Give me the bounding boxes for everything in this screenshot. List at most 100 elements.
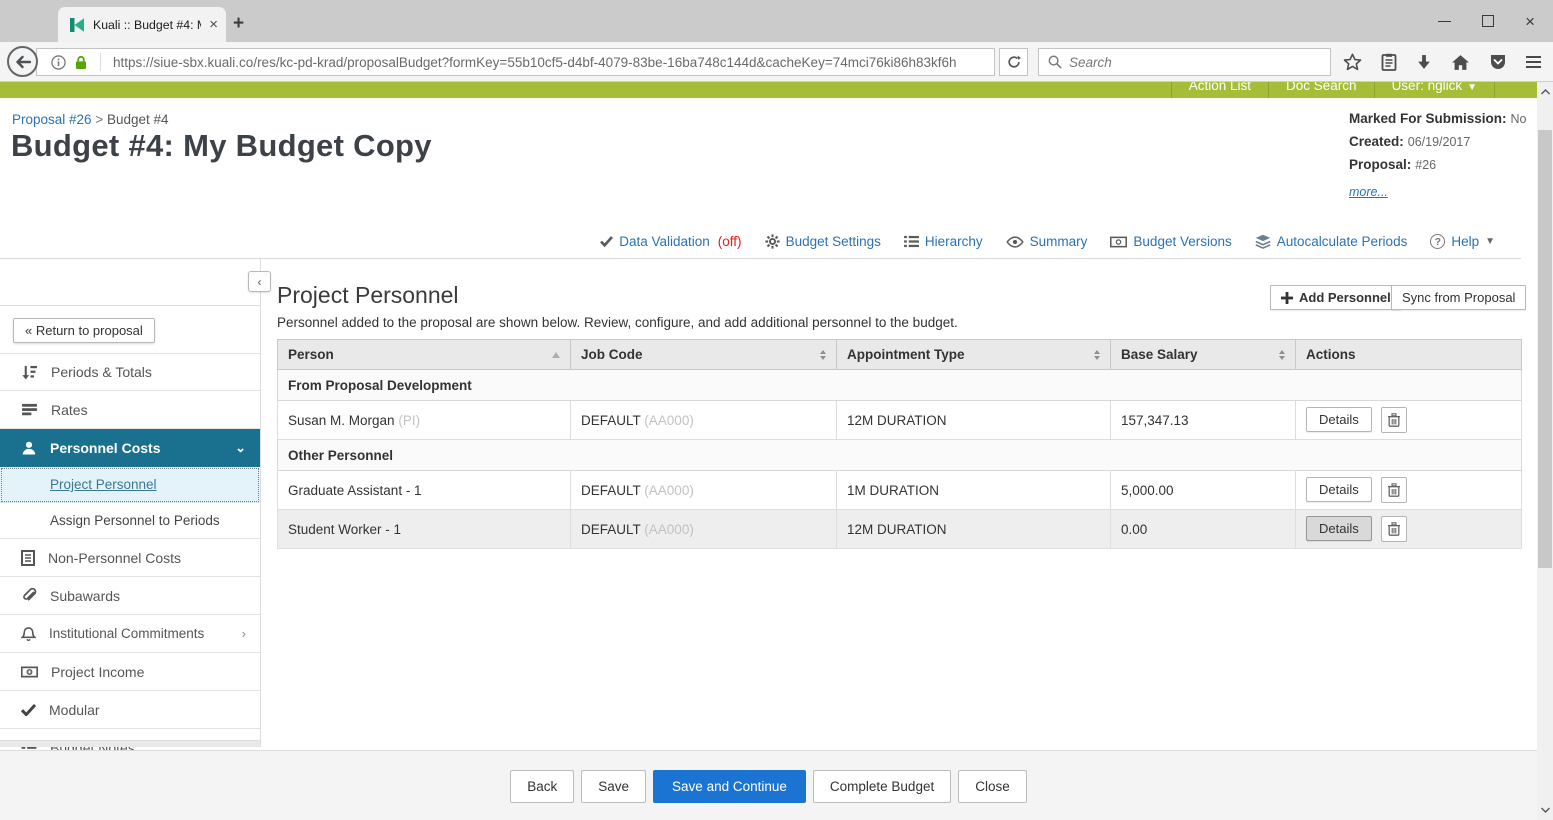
bookmark-star-icon[interactable] bbox=[1343, 53, 1362, 71]
cell-actions: Details bbox=[1295, 509, 1522, 549]
budget-settings-button[interactable]: Budget Settings bbox=[764, 234, 881, 249]
trash-icon bbox=[1387, 483, 1400, 498]
action-list-link[interactable]: Action List bbox=[1170, 82, 1270, 98]
budget-versions-button[interactable]: Budget Versions bbox=[1110, 234, 1232, 249]
new-tab-button[interactable]: + bbox=[233, 13, 244, 35]
help-menu-button[interactable]: ? Help ▼ bbox=[1430, 234, 1495, 249]
table-row: Graduate Assistant - 1 DEFAULT (AA000) 1… bbox=[277, 470, 1522, 510]
tab-close-icon[interactable]: × bbox=[209, 17, 218, 32]
cell-job-code: DEFAULT (AA000) bbox=[570, 400, 837, 440]
sidebar-collapse-button[interactable]: ‹ bbox=[248, 271, 271, 292]
url-bar[interactable]: https://siue-sbx.kuali.co/res/kc-pd-krad… bbox=[36, 48, 995, 76]
home-icon[interactable] bbox=[1451, 54, 1470, 71]
col-header-actions: Actions bbox=[1295, 339, 1522, 370]
browser-titlebar: Kuali :: Budget #4: My Budge × + × bbox=[0, 0, 1553, 42]
bookmarks-clipboard-icon[interactable] bbox=[1381, 53, 1397, 71]
cell-job-code: DEFAULT (AA000) bbox=[570, 509, 837, 549]
add-personnel-button[interactable]: Add Personnel bbox=[1270, 285, 1402, 310]
hierarchy-list-icon bbox=[903, 235, 919, 248]
downloads-icon[interactable] bbox=[1416, 54, 1432, 71]
table-header-row: Person Job Code Appointment Type Base Sa… bbox=[277, 339, 1522, 370]
check-icon bbox=[600, 236, 614, 247]
sidebar-item-project-income[interactable]: 0 Project Income bbox=[0, 653, 260, 691]
sync-from-proposal-button[interactable]: Sync from Proposal bbox=[1391, 285, 1527, 310]
back-button[interactable] bbox=[7, 46, 38, 77]
rates-table-icon bbox=[22, 403, 37, 416]
cell-person: Graduate Assistant - 1 bbox=[277, 470, 571, 510]
app-header-bar: Action List Doc Search User: nglick ▼ bbox=[0, 82, 1537, 98]
budget-sidebar: ‹ « Return to proposal Periods & Totals … bbox=[0, 259, 271, 767]
money-icon: 0 bbox=[21, 666, 38, 677]
user-menu[interactable]: User: nglick ▼ bbox=[1375, 82, 1495, 98]
sidebar-item-institutional-commitments[interactable]: Institutional Commitments › bbox=[0, 615, 260, 653]
details-button[interactable]: Details bbox=[1306, 476, 1372, 502]
breadcrumb-separator: > bbox=[95, 112, 104, 127]
browser-tab[interactable]: Kuali :: Budget #4: My Budge × bbox=[58, 7, 226, 42]
back-page-button[interactable]: Back bbox=[510, 770, 575, 803]
delete-button[interactable] bbox=[1380, 477, 1407, 504]
page-scrollbar[interactable] bbox=[1537, 82, 1553, 820]
col-header-appointment-type[interactable]: Appointment Type bbox=[836, 339, 1111, 370]
complete-budget-button[interactable]: Complete Budget bbox=[812, 770, 952, 803]
window-maximize-icon[interactable] bbox=[1482, 15, 1495, 27]
url-text[interactable]: https://siue-sbx.kuali.co/res/kc-pd-krad… bbox=[113, 55, 957, 70]
sidebar-item-project-personnel[interactable]: Project Personnel bbox=[0, 467, 260, 503]
breadcrumb-current: Budget #4 bbox=[106, 112, 169, 127]
svg-text:0: 0 bbox=[28, 669, 31, 675]
meta-created: Created: 06/19/2017 bbox=[1349, 134, 1471, 149]
cell-actions: Details bbox=[1295, 470, 1522, 510]
scroll-down-icon[interactable] bbox=[1537, 802, 1553, 818]
details-button[interactable]: Details bbox=[1306, 406, 1372, 432]
table-row: Susan M. Morgan (PI) DEFAULT (AA000) 12M… bbox=[277, 400, 1522, 440]
search-icon bbox=[1048, 55, 1062, 69]
page-info-icon[interactable] bbox=[51, 54, 66, 70]
save-and-continue-button[interactable]: Save and Continue bbox=[653, 770, 806, 803]
sidebar-item-modular[interactable]: Modular bbox=[0, 691, 260, 729]
window-controls: × bbox=[1438, 0, 1539, 42]
details-button[interactable]: Details bbox=[1306, 515, 1372, 541]
sidebar-item-rates[interactable]: Rates bbox=[0, 391, 260, 429]
hierarchy-button[interactable]: Hierarchy bbox=[903, 234, 983, 249]
col-header-base-salary[interactable]: Base Salary bbox=[1110, 339, 1296, 370]
sidebar-item-personnel-costs[interactable]: Personnel Costs ⌄ bbox=[0, 429, 260, 467]
search-bar[interactable]: Search bbox=[1038, 48, 1331, 76]
meta-proposal: Proposal: #26 bbox=[1349, 157, 1437, 172]
delete-button[interactable] bbox=[1380, 407, 1407, 434]
eye-icon bbox=[1005, 235, 1024, 248]
col-header-person[interactable]: Person bbox=[277, 339, 571, 370]
user-caret-icon: ▼ bbox=[1467, 82, 1477, 93]
reload-button[interactable] bbox=[999, 48, 1028, 76]
breadcrumb-proposal-link[interactable]: Proposal #26 bbox=[12, 112, 92, 127]
help-caret-icon: ▼ bbox=[1485, 236, 1495, 247]
window-minimize-icon[interactable] bbox=[1438, 20, 1452, 22]
sidebar-item-non-personnel-costs[interactable]: Non-Personnel Costs bbox=[0, 539, 260, 577]
save-button[interactable]: Save bbox=[581, 770, 647, 803]
group-row: Other Personnel bbox=[277, 439, 1522, 471]
delete-button[interactable] bbox=[1380, 516, 1407, 543]
scrollbar-thumb[interactable] bbox=[1538, 130, 1552, 568]
reload-icon bbox=[1007, 55, 1021, 68]
doc-search-link[interactable]: Doc Search bbox=[1269, 82, 1375, 98]
navbar-icons bbox=[1343, 42, 1541, 82]
data-validation-button[interactable]: Data Validation (off) bbox=[600, 234, 742, 249]
col-header-job-code[interactable]: Job Code bbox=[570, 339, 837, 370]
sidebar-item-periods-totals[interactable]: Periods & Totals bbox=[0, 353, 260, 391]
more-link[interactable]: more... bbox=[1349, 185, 1388, 199]
sort-asc-icon bbox=[552, 351, 560, 358]
cell-appointment-type: 12M DURATION bbox=[836, 400, 1111, 440]
scroll-up-icon[interactable] bbox=[1537, 84, 1553, 100]
sidebar-item-subawards[interactable]: Subawards bbox=[0, 577, 260, 615]
close-button[interactable]: Close bbox=[958, 770, 1027, 803]
summary-button[interactable]: Summary bbox=[1005, 234, 1087, 249]
autocalculate-periods-button[interactable]: Autocalculate Periods bbox=[1255, 234, 1407, 249]
banknote-icon bbox=[1110, 236, 1128, 247]
menu-hamburger-icon[interactable] bbox=[1526, 56, 1541, 68]
return-to-proposal-button[interactable]: « Return to proposal bbox=[13, 318, 155, 343]
sidebar-item-assign-personnel[interactable]: Assign Personnel to Periods bbox=[0, 503, 260, 539]
budget-toolbar: Data Validation (off) Budget Settings Hi… bbox=[0, 234, 1495, 249]
window-close-icon[interactable]: × bbox=[1525, 13, 1535, 30]
pocket-icon[interactable] bbox=[1489, 53, 1507, 71]
layers-icon bbox=[1255, 234, 1271, 249]
https-lock-icon[interactable] bbox=[74, 55, 88, 70]
group-label: Other Personnel bbox=[277, 439, 1522, 471]
